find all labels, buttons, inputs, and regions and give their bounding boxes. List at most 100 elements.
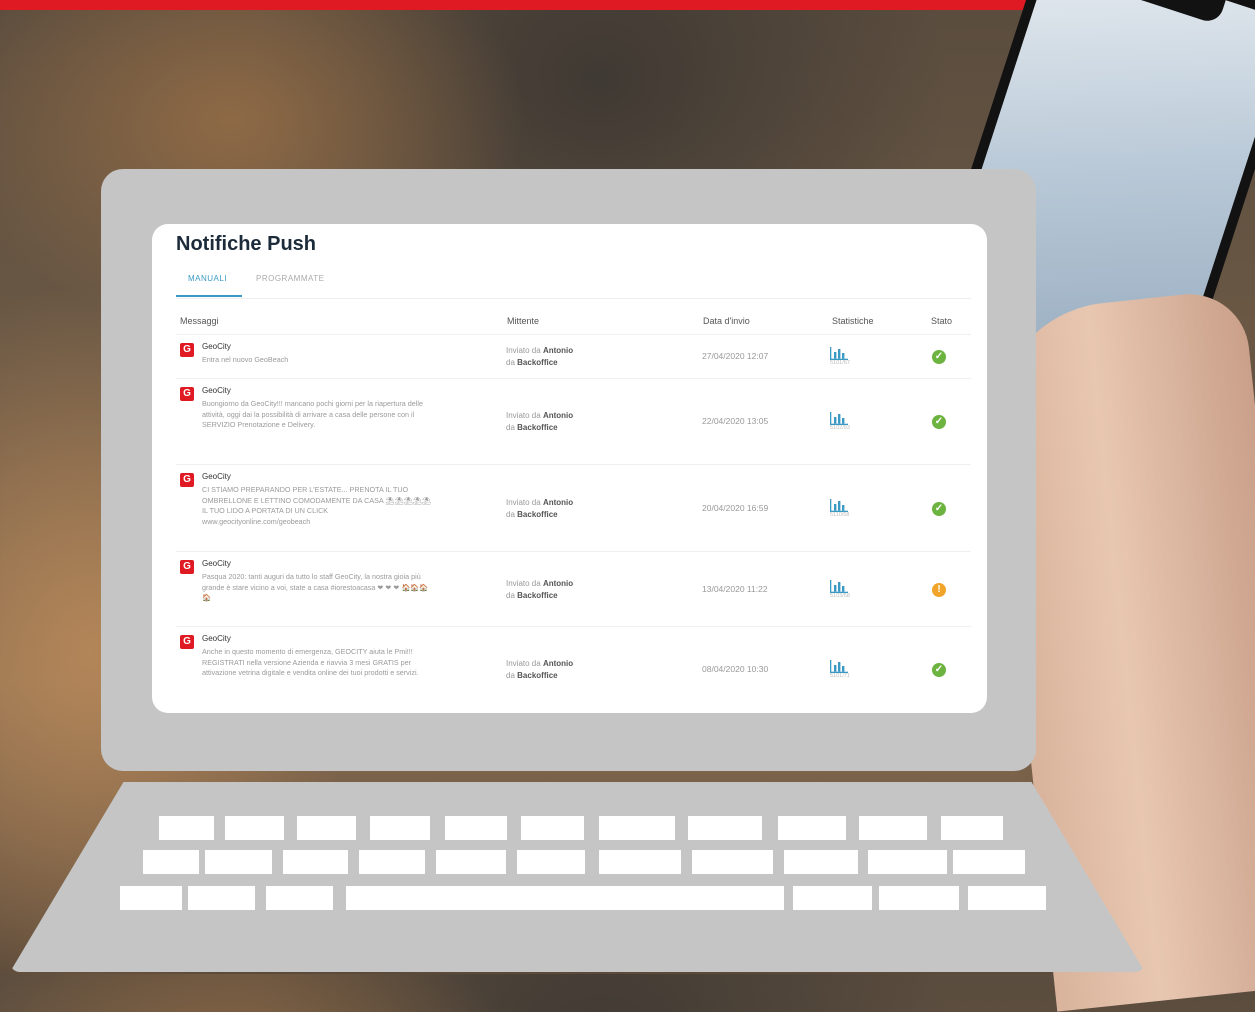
table-row[interactable]: G GeoCity Pasqua 2020: tanti auguri da tut… [176,551,971,627]
statistics-value: 5102/93 [830,425,850,431]
statistics-cell[interactable]: 5103/68 [830,580,870,599]
send-date: 27/04/2020 12:07 [702,351,769,361]
send-date: 08/04/2020 10:30 [702,664,769,674]
send-date: 22/04/2020 13:05 [702,416,769,426]
keyboard-key [517,850,585,874]
via-prefix: da [506,671,515,680]
sender-channel: Backoffice [517,591,558,600]
send-date: 13/04/2020 11:22 [702,584,768,594]
sender-prefix: Inviato da [506,411,541,420]
sender-name: Antonio [542,346,574,355]
keyboard-key [120,886,182,910]
sender-name: Antonio [542,659,574,668]
sender-name: Antonio [542,498,574,507]
sender-prefix: Inviato da [506,498,541,507]
message-text: Entra nel nuovo GeoBeach [202,355,289,364]
sender-channel: Backoffice [517,423,558,432]
table-row[interactable]: G GeoCity CI STIAMO PREPARANDO PER L'ESTAT… [176,464,971,552]
keyboard-key [436,850,506,874]
keyboard-key [266,886,333,910]
table-row[interactable]: G GeoCity Buongiorno da GeoCity!!! mancano… [176,378,971,465]
bar-chart-icon[interactable] [830,580,848,593]
keyboard-key [188,886,255,910]
tab-bar: MANUALI PROGRAMMATE [176,266,971,299]
statistics-cell[interactable]: 5101/67 [830,347,870,366]
keyboard-key [599,816,675,840]
statistics-value: 5103/68 [830,593,850,599]
keyboard-key [793,886,872,910]
message-app-name: GeoCity [202,472,231,481]
sender-prefix: Inviato da [506,659,541,668]
column-header-sender: Mittente [507,316,540,326]
keyboard-key [688,816,762,840]
keyboard-key [968,886,1046,910]
app-window: Notifiche Push MANUALI PROGRAMMATE Messa… [152,224,987,713]
tab-programmate[interactable]: PROGRAMMATE [256,274,324,283]
geocity-app-icon: G [180,387,194,401]
bar-chart-icon[interactable] [830,499,848,512]
keyboard-key [941,816,1003,840]
laptop-keyboard-base [10,782,1145,972]
keyboard-key [521,816,584,840]
sender-cell: Inviato da Antonio da Backoffice [506,410,573,434]
keyboard-key [868,850,947,874]
keyboard-key [778,816,846,840]
statistics-cell[interactable]: 5110/58 [830,499,870,518]
sender-cell: Inviato da Antonio da Backoffice [506,578,573,602]
send-date: 20/04/2020 16:59 [702,503,769,513]
keyboard-key [225,816,284,840]
keyboard-key [205,850,272,874]
table-row[interactable]: G GeoCity Anche in questo momento di emerg… [176,626,971,712]
statistics-cell[interactable]: 5101/71 [830,660,870,679]
column-header-messages: Messaggi [180,316,219,326]
geocity-app-icon: G [180,473,194,487]
sender-channel: Backoffice [517,671,558,680]
keyboard-key [953,850,1025,874]
sender-name: Antonio [542,579,574,588]
keyboard-key [359,850,425,874]
sender-prefix: Inviato da [506,346,541,355]
message-app-name: GeoCity [202,559,231,568]
keyboard-key [599,850,681,874]
via-prefix: da [506,423,515,432]
check-icon: ✓ [932,663,946,677]
bar-chart-icon[interactable] [830,660,848,673]
table-row[interactable]: G GeoCity Entra nel nuovo GeoBeach Inviato … [176,334,971,379]
via-prefix: da [506,358,515,367]
sender-channel: Backoffice [517,510,558,519]
keyboard-key [859,816,927,840]
sender-cell: Inviato da Antonio da Backoffice [506,345,573,369]
check-icon: ✓ [932,502,946,516]
geocity-app-icon: G [180,343,194,357]
tab-manuali[interactable]: MANUALI [188,274,227,283]
keyboard-key [283,850,348,874]
keyboard-key [879,886,959,910]
keyboard-key [297,816,356,840]
message-app-name: GeoCity [202,342,231,351]
statistics-value: 5110/58 [830,512,850,518]
check-icon: ✓ [932,415,946,429]
message-text: Buongiorno da GeoCity!!! mancano pochi g… [202,399,423,429]
keyboard-key [692,850,773,874]
message-app-name: GeoCity [202,634,231,643]
page-title: Notifiche Push [176,233,317,255]
active-tab-indicator [176,295,242,297]
statistics-value: 5101/71 [830,673,850,679]
column-header-date: Data d'invio [703,316,750,326]
bar-chart-icon[interactable] [830,347,848,360]
check-icon: ✓ [932,350,946,364]
via-prefix: da [506,591,515,600]
message-text: Anche in questo momento di emergenza, GE… [202,647,419,677]
geocity-app-icon: G [180,635,194,649]
geocity-app-icon: G [180,560,194,574]
message-text: Pasqua 2020: tanti auguri da tutto lo st… [202,572,429,602]
message-app-name: GeoCity [202,386,231,395]
keyboard-key [143,850,199,874]
sender-name: Antonio [542,411,574,420]
bar-chart-icon[interactable] [830,412,848,425]
keyboard-key [784,850,858,874]
exclamation-icon: ! [932,583,946,597]
keyboard-key [346,886,784,910]
keyboard-key [445,816,507,840]
statistics-cell[interactable]: 5102/93 [830,412,870,431]
